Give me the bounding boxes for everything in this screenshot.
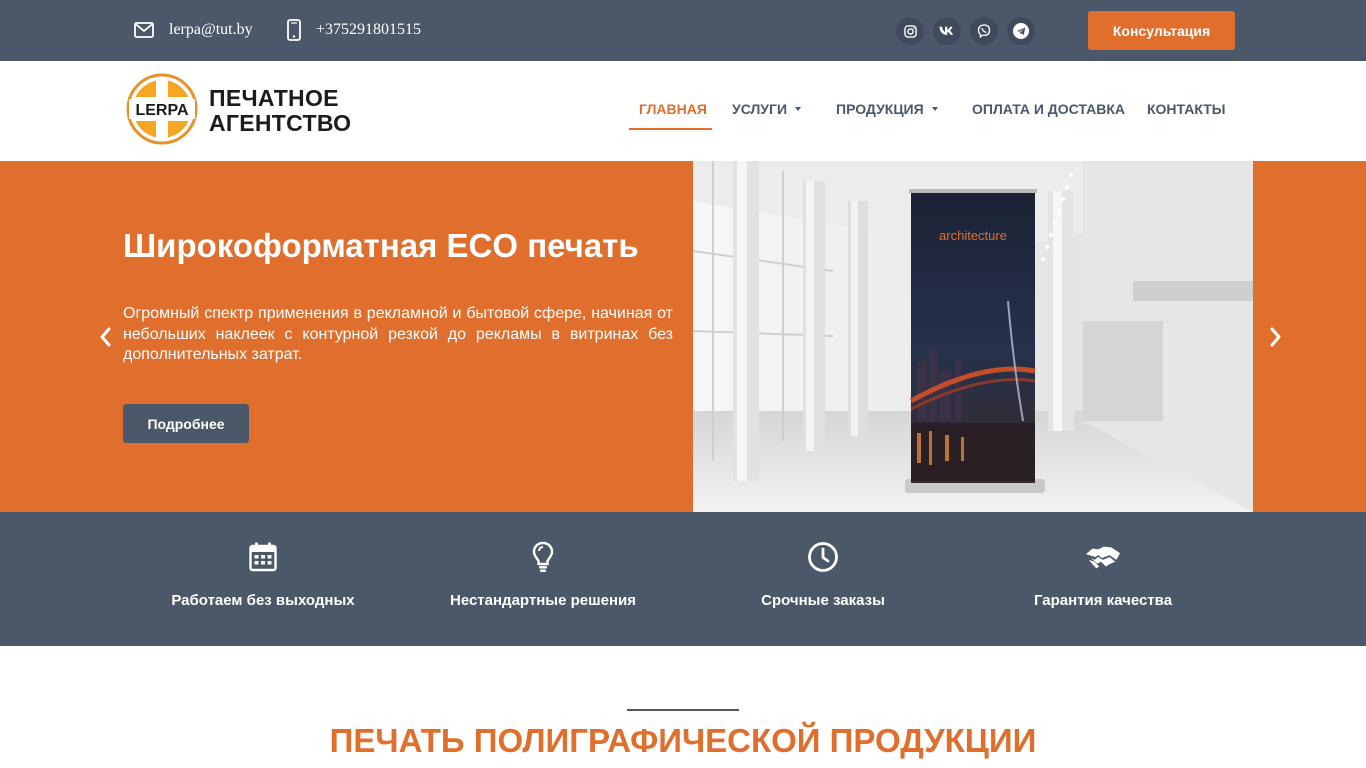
site-header: LERPA ПЕЧАТНОЕ АГЕНТСТВО ГЛАВНАЯ УСЛУГИ …	[0, 61, 1366, 161]
features-strip: Работаем без выходных Нестандартные реше…	[0, 512, 1366, 646]
feature-label: Работаем без выходных	[171, 592, 355, 609]
section-title: ПЕЧАТЬ ПОЛИГРАФИЧЕСКОЙ ПРОДУКЦИИ	[329, 722, 1037, 759]
handshake-icon	[1085, 541, 1121, 573]
consultation-button[interactable]: Консультация	[1088, 11, 1235, 50]
hero-slider: Широкоформатная ECO печать Огромный спек…	[0, 161, 1366, 512]
feature-urgent-orders: Срочные заказы	[683, 512, 963, 646]
logo[interactable]: LERPA	[126, 73, 198, 145]
section-divider	[627, 709, 739, 711]
feature-label: Нестандартные решения	[449, 592, 636, 609]
logo-text: ПЕЧАТНОЕ АГЕНТСТВО	[209, 86, 351, 136]
email-text[interactable]: lerpa@tut.by	[169, 21, 253, 39]
viber-icon[interactable]	[970, 17, 998, 45]
nav-item-payment-delivery[interactable]: ОПЛАТА И ДОСТАВКА	[972, 101, 1125, 117]
social-links	[896, 17, 1035, 45]
feature-no-weekends: Работаем без выходных	[123, 512, 403, 646]
nav-item-services-label: УСЛУГИ	[732, 101, 788, 117]
instagram-icon[interactable]	[896, 17, 924, 45]
feature-label: Гарантия качества	[1033, 592, 1173, 609]
hero-image: architecture	[693, 161, 1253, 512]
logo-line-1: ПЕЧАТНОЕ	[209, 85, 339, 111]
slider-prev-arrow[interactable]	[94, 325, 116, 349]
phone-text[interactable]: +375291801515	[316, 21, 421, 39]
nav-item-services[interactable]: УСЛУГИ	[732, 101, 802, 117]
telegram-icon[interactable]	[1007, 17, 1035, 45]
caret-down-icon	[931, 107, 938, 112]
email-contact[interactable]: lerpa@tut.by	[133, 19, 253, 41]
nav-item-home[interactable]: ГЛАВНАЯ	[639, 101, 707, 117]
logo-mark: LERPA	[135, 102, 188, 119]
banner-word: architecture	[939, 228, 1007, 243]
phone-contact[interactable]: +375291801515	[286, 19, 421, 41]
feature-quality-guarantee: Гарантия качества	[963, 512, 1243, 646]
logo-line-2: АГЕНТСТВО	[209, 110, 352, 136]
feature-custom-solutions: Нестандартные решения	[403, 512, 683, 646]
nav-item-products[interactable]: ПРОДУКЦИЯ	[836, 101, 938, 117]
nav-item-products-label: ПРОДУКЦИЯ	[836, 101, 924, 117]
calendar-icon	[245, 541, 281, 573]
nav-active-underline	[629, 128, 712, 130]
more-button[interactable]: Подробнее	[123, 404, 249, 443]
clock-icon	[805, 541, 841, 573]
top-bar: lerpa@tut.by +375291801515 Консультация	[0, 0, 1366, 61]
mobile-phone-icon	[286, 19, 302, 41]
slider-next-arrow[interactable]	[1265, 325, 1287, 349]
envelope-icon	[133, 19, 155, 41]
lightbulb-icon	[525, 541, 561, 573]
caret-down-icon	[795, 107, 802, 112]
vk-icon[interactable]	[933, 17, 961, 45]
nav-item-contacts[interactable]: КОНТАКТЫ	[1147, 101, 1225, 117]
hero-description: Огромный спектр применения в рекламной и…	[123, 305, 673, 363]
feature-label: Срочные заказы	[761, 592, 885, 609]
hero-title: Широкоформатная ECO печать	[123, 227, 639, 264]
